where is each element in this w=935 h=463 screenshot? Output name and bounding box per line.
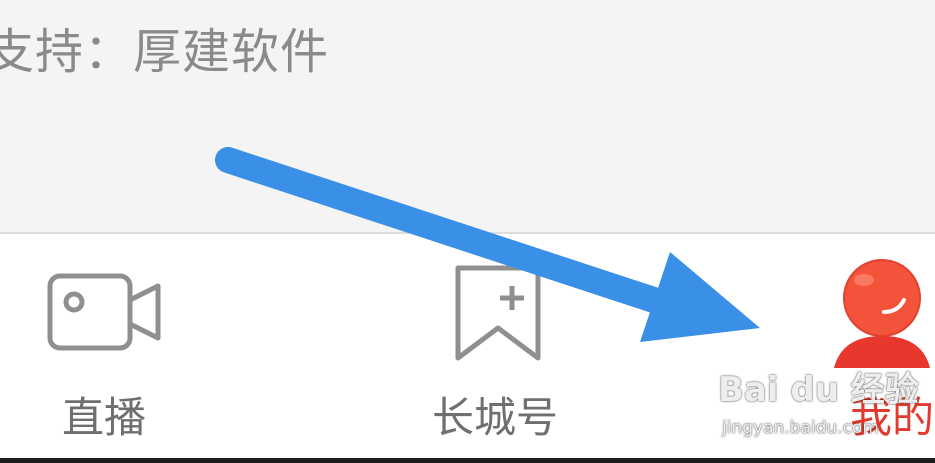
tab-label: 直播 xyxy=(62,393,147,442)
screen-bottom-edge xyxy=(0,458,935,463)
content-area: 支持：厚建软件 xyxy=(0,0,935,232)
tab-mine[interactable]: 我的 xyxy=(820,234,935,463)
bottom-tab-bar: 直播 长城号 我的 xyxy=(0,234,935,463)
support-text: 支持：厚建软件 xyxy=(0,24,330,80)
bookmark-plus-icon xyxy=(452,262,544,370)
tab-label: 长城号 xyxy=(432,393,559,442)
user-avatar-icon xyxy=(832,256,935,372)
tab-live[interactable]: 直播 xyxy=(40,234,180,463)
video-camera-icon xyxy=(46,272,164,356)
tab-label: 我的 xyxy=(850,393,935,442)
tab-changchenghao[interactable]: 长城号 xyxy=(420,234,590,463)
